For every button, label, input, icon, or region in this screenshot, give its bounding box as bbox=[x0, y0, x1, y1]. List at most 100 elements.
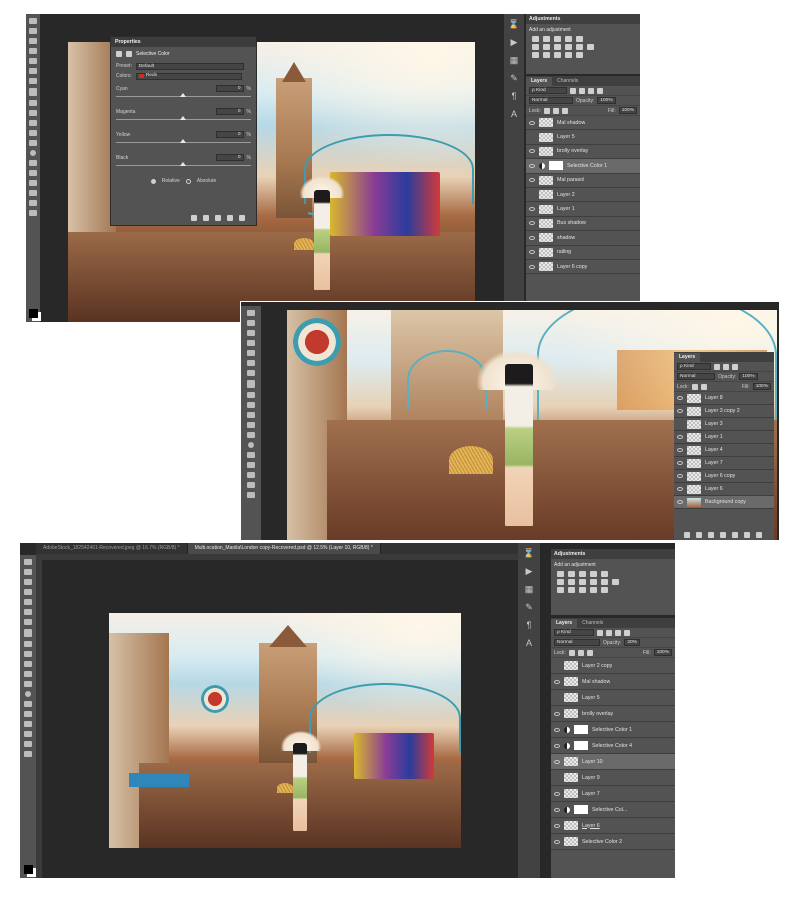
document-tab[interactable]: Multi.ocation_Manila\London copy-Recover… bbox=[187, 543, 381, 554]
visibility-eye-icon[interactable] bbox=[529, 235, 535, 240]
reset-icon[interactable] bbox=[215, 215, 221, 221]
layer-row[interactable]: brolly overlay bbox=[526, 145, 640, 160]
tab-channels[interactable]: Channels bbox=[577, 619, 608, 628]
pixel-filter-icon[interactable] bbox=[570, 87, 576, 94]
clone-stamp-icon[interactable] bbox=[24, 641, 32, 647]
path-select-icon[interactable] bbox=[247, 472, 255, 478]
absolute-radio[interactable] bbox=[185, 178, 191, 184]
visibility-icon[interactable] bbox=[227, 215, 233, 221]
visibility-eye-icon[interactable] bbox=[554, 743, 560, 748]
layer-row[interactable]: brolly overlay bbox=[551, 706, 675, 722]
opacity-input[interactable]: 100% bbox=[597, 97, 616, 104]
visibility-eye-icon[interactable] bbox=[554, 664, 560, 668]
eraser-tool-icon[interactable] bbox=[247, 412, 255, 418]
fill-input[interactable]: 100% bbox=[618, 107, 637, 114]
posterize-icon[interactable] bbox=[543, 52, 550, 58]
crop-tool-icon[interactable] bbox=[247, 350, 255, 356]
tab-layers[interactable]: Layers bbox=[551, 619, 578, 628]
trash-icon[interactable] bbox=[756, 532, 762, 538]
slider-magenta[interactable]: Magenta 0% bbox=[111, 107, 256, 120]
clone-stamp-icon[interactable] bbox=[247, 392, 255, 398]
visibility-eye-icon[interactable] bbox=[554, 679, 560, 684]
paragraph-icon[interactable]: ¶ bbox=[527, 621, 532, 630]
eraser-tool-icon[interactable] bbox=[29, 120, 37, 126]
slider-magenta-value[interactable]: 0 bbox=[215, 108, 244, 115]
blend-mode-select[interactable]: Normal bbox=[677, 373, 715, 380]
healing-brush-icon[interactable] bbox=[29, 78, 37, 84]
channel-mixer-icon[interactable] bbox=[576, 44, 583, 50]
hand-tool-icon[interactable] bbox=[247, 492, 255, 498]
brush-tool-icon[interactable] bbox=[29, 88, 37, 96]
layer-row[interactable]: Mal parasol bbox=[526, 174, 640, 188]
view-previous-icon[interactable] bbox=[203, 215, 209, 221]
lasso-tool-icon[interactable] bbox=[29, 38, 37, 44]
zoom-tool-icon[interactable] bbox=[29, 210, 37, 216]
swatches-icon[interactable]: ▦ bbox=[510, 56, 519, 65]
mask-icon[interactable] bbox=[126, 51, 132, 57]
layer-row[interactable]: Selective Color 1 bbox=[526, 159, 640, 174]
photo-filter-icon[interactable] bbox=[590, 579, 597, 585]
visibility-eye-icon[interactable] bbox=[554, 727, 560, 732]
brush-tool-icon[interactable] bbox=[24, 629, 32, 637]
visibility-eye-icon[interactable] bbox=[554, 807, 560, 812]
clone-stamp-icon[interactable] bbox=[29, 100, 37, 106]
document-tab[interactable]: AdobeStock_182542461-Recovered.jpeg @ 16… bbox=[36, 543, 188, 554]
brush-settings-icon[interactable]: ✎ bbox=[525, 603, 533, 612]
kind-filter-select[interactable]: ρ Kind bbox=[529, 87, 567, 94]
shape-filter-icon[interactable] bbox=[624, 629, 630, 636]
canvas-image[interactable] bbox=[109, 613, 461, 848]
slider-knob[interactable] bbox=[180, 116, 186, 120]
rectangle-tool-icon[interactable] bbox=[247, 482, 255, 488]
lock-pixels-icon[interactable] bbox=[568, 649, 575, 656]
lock-all-icon[interactable] bbox=[586, 649, 593, 656]
type-tool-icon[interactable] bbox=[29, 170, 37, 176]
brightness-icon[interactable] bbox=[532, 36, 539, 42]
history-icon[interactable]: ⌛ bbox=[508, 20, 519, 29]
pen-tool-icon[interactable] bbox=[29, 160, 37, 166]
bw-icon[interactable] bbox=[554, 44, 561, 50]
path-select-icon[interactable] bbox=[29, 180, 37, 186]
layer-row[interactable]: Layer 4 bbox=[674, 444, 774, 457]
lock-pixels-icon[interactable] bbox=[543, 107, 550, 114]
crop-tool-icon[interactable] bbox=[24, 599, 32, 605]
layer-row[interactable]: Layer 3 copy 2 bbox=[674, 405, 774, 418]
gradient-tool-icon[interactable] bbox=[29, 130, 37, 136]
visibility-eye-icon[interactable] bbox=[529, 221, 535, 226]
new-layer-icon[interactable] bbox=[744, 532, 750, 538]
visibility-eye-icon[interactable] bbox=[529, 207, 535, 212]
curves-icon[interactable] bbox=[554, 36, 561, 42]
clip-to-layer-icon[interactable] bbox=[191, 215, 197, 221]
layer-row[interactable]: Layer 3 bbox=[674, 418, 774, 431]
visibility-eye-icon[interactable] bbox=[529, 250, 535, 255]
brush-tool-icon[interactable] bbox=[247, 380, 255, 388]
eyedropper-tool-icon[interactable] bbox=[24, 609, 32, 615]
visibility-eye-icon[interactable] bbox=[554, 696, 560, 700]
color-swatch[interactable] bbox=[28, 309, 38, 318]
colors-select[interactable]: Reds bbox=[135, 72, 242, 80]
layer-row[interactable]: Selective Color 1 bbox=[551, 722, 675, 738]
slider-black-value[interactable]: 0 bbox=[215, 154, 244, 161]
blend-mode-select[interactable]: Normal bbox=[529, 97, 573, 104]
visibility-eye-icon[interactable] bbox=[554, 823, 560, 828]
invert-icon[interactable] bbox=[532, 52, 539, 58]
marquee-tool-icon[interactable] bbox=[29, 28, 37, 34]
bw-icon[interactable] bbox=[579, 579, 586, 585]
visibility-eye-icon[interactable] bbox=[529, 264, 535, 269]
rectangle-tool-icon[interactable] bbox=[29, 190, 37, 196]
kind-filter-select[interactable]: ρ Kind bbox=[677, 363, 711, 370]
layer-row[interactable]: Layer 1 bbox=[526, 202, 640, 217]
layer-row[interactable]: Mal shadow bbox=[551, 674, 675, 690]
visibility-eye-icon[interactable] bbox=[677, 422, 683, 426]
visibility-eye-icon[interactable] bbox=[677, 448, 683, 452]
slider-cyan[interactable]: Cyan 0% bbox=[111, 84, 256, 97]
eyedropper-tool-icon[interactable] bbox=[247, 360, 255, 366]
gradient-tool-icon[interactable] bbox=[247, 422, 255, 428]
dodge-tool-icon[interactable] bbox=[30, 150, 36, 156]
adjustment-filter-icon[interactable] bbox=[606, 629, 612, 636]
hand-tool-icon[interactable] bbox=[29, 200, 37, 206]
type-tool-icon[interactable] bbox=[24, 711, 32, 717]
visibility-eye-icon[interactable] bbox=[529, 149, 535, 154]
lock-position-icon[interactable] bbox=[700, 383, 707, 390]
zoom-tool-icon[interactable] bbox=[24, 751, 32, 757]
actions-play-icon[interactable]: ▶ bbox=[511, 38, 518, 47]
